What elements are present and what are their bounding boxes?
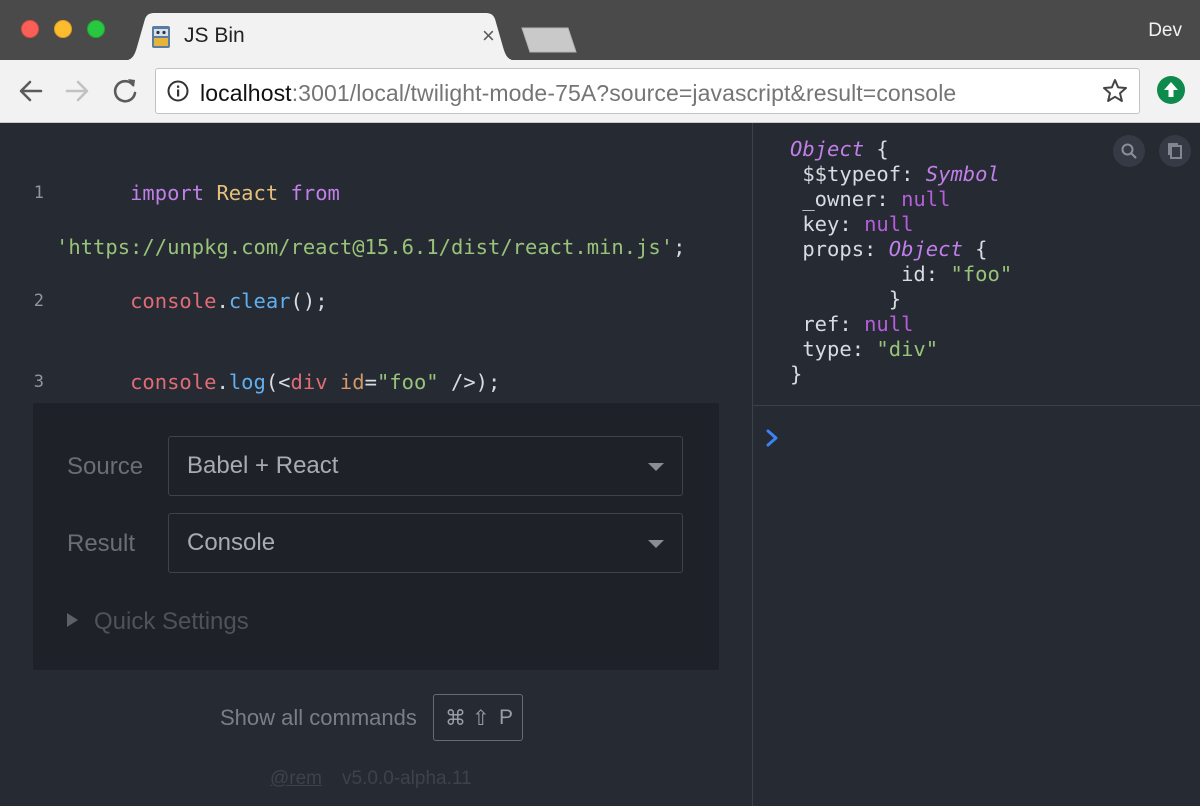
forward-icon[interactable]: [62, 76, 92, 106]
console-output-line: }: [790, 287, 1012, 312]
console-token: $$typeof:: [790, 162, 926, 186]
console-output-line: key: null: [790, 212, 1012, 237]
console-token: null: [901, 187, 951, 211]
console-output-line: props: Object {: [790, 237, 1012, 262]
cmd-key: ⌘: [445, 707, 466, 730]
console-output-line: type: "div": [790, 337, 1012, 362]
result-label: Result: [67, 530, 136, 557]
console-output-line: id: "foo": [790, 262, 1012, 287]
prompt-chevron-icon: [766, 429, 778, 447]
console-pane: Object { $$typeof: Symbol _owner: null k…: [753, 123, 1200, 806]
show-all-commands-label: Show all commands: [220, 705, 417, 730]
line-number: 3: [33, 372, 44, 392]
console-separator: [753, 405, 1200, 406]
tab-title: JS Bin: [184, 24, 245, 47]
browser-toolbar: localhost:3001/local/twilight-mode-75A?s…: [0, 60, 1200, 123]
p-key: P: [499, 706, 514, 729]
console-token: id:: [790, 262, 951, 286]
maximize-window-button[interactable]: [87, 20, 105, 38]
url-host: localhost: [200, 80, 292, 106]
chevron-down-icon: [648, 463, 664, 471]
quick-settings-label: Quick Settings: [94, 608, 249, 635]
console-output: Object { $$typeof: Symbol _owner: null k…: [790, 137, 1012, 387]
source-select[interactable]: Babel + React: [168, 436, 683, 496]
code-line[interactable]: 1 import React from: [0, 153, 685, 234]
reload-icon[interactable]: [110, 76, 140, 106]
jsbin-favicon-icon: [152, 26, 170, 48]
command-palette-shortcut[interactable]: ⌘ ⇧ P: [433, 694, 523, 741]
console-token: "foo": [950, 262, 1013, 286]
quick-settings-toggle[interactable]: Quick Settings: [67, 608, 249, 636]
tab-shape: [120, 13, 520, 61]
console-token: {: [962, 237, 988, 261]
extension-icon[interactable]: [1157, 76, 1185, 104]
console-token: Symbol: [925, 162, 1000, 186]
author-link[interactable]: @rem: [270, 768, 322, 790]
console-token: Object: [888, 237, 963, 261]
console-output-line: }: [790, 362, 1012, 387]
url-text[interactable]: localhost:3001/local/twilight-mode-75A?s…: [200, 80, 956, 107]
console-output-line: ref: null: [790, 312, 1012, 337]
console-token: }: [790, 362, 803, 386]
console-output-line: Object {: [790, 137, 1012, 162]
address-bar[interactable]: localhost:3001/local/twilight-mode-75A?s…: [155, 68, 1140, 114]
source-value: Babel + React: [187, 452, 339, 479]
shift-key: ⇧: [472, 707, 490, 730]
back-icon[interactable]: [16, 76, 46, 106]
source-label: Source: [67, 453, 144, 480]
console-token: ref:: [790, 312, 865, 336]
console-token: key:: [790, 212, 865, 236]
console-token: _owner:: [790, 187, 902, 211]
line-number: 1: [33, 183, 44, 203]
title-bar: JS Bin × Dev: [0, 0, 1200, 61]
version-label: v5.0.0-alpha.11: [342, 768, 472, 789]
disclosure-triangle-icon: [67, 613, 78, 627]
console-token: {: [864, 137, 889, 161]
minimize-window-button[interactable]: [54, 20, 72, 38]
console-token: "div": [876, 337, 939, 361]
console-token: }: [790, 287, 902, 311]
settings-panel: Source Babel + React Result Console Quic…: [33, 403, 719, 670]
info-icon[interactable]: [167, 80, 189, 102]
profile-name[interactable]: Dev: [1148, 20, 1182, 42]
console-input[interactable]: [765, 420, 1185, 456]
copy-icon[interactable]: [1159, 135, 1191, 167]
code-line[interactable]: 2 console.clear();: [0, 261, 685, 342]
code-editor-pane[interactable]: 1 import React from 'https://unpkg.com/re…: [0, 123, 752, 806]
result-value: Console: [187, 529, 276, 556]
console-token: null: [864, 212, 914, 236]
browser-tab[interactable]: JS Bin ×: [120, 13, 520, 61]
console-token: Object: [790, 137, 865, 161]
console-token: null: [864, 312, 914, 336]
new-tab-button[interactable]: [520, 27, 578, 53]
tab-close-icon[interactable]: ×: [482, 23, 495, 49]
url-path: :3001/local/twilight-mode-75A?source=jav…: [291, 80, 957, 106]
result-select[interactable]: Console: [168, 513, 683, 573]
star-icon[interactable]: [1102, 78, 1128, 104]
console-output-line: $$typeof: Symbol: [790, 162, 1012, 187]
chevron-down-icon: [648, 540, 664, 548]
console-output-line: _owner: null: [790, 187, 1012, 212]
code-editor[interactable]: 1 import React from 'https://unpkg.com/re…: [0, 153, 686, 423]
code-line[interactable]: 'https://unpkg.com/react@15.6.1/dist/rea…: [0, 234, 685, 261]
line-number: 2: [33, 291, 44, 311]
close-window-button[interactable]: [21, 20, 39, 38]
search-icon[interactable]: [1113, 135, 1145, 167]
console-token: props:: [790, 237, 889, 261]
console-token: type:: [790, 337, 877, 361]
